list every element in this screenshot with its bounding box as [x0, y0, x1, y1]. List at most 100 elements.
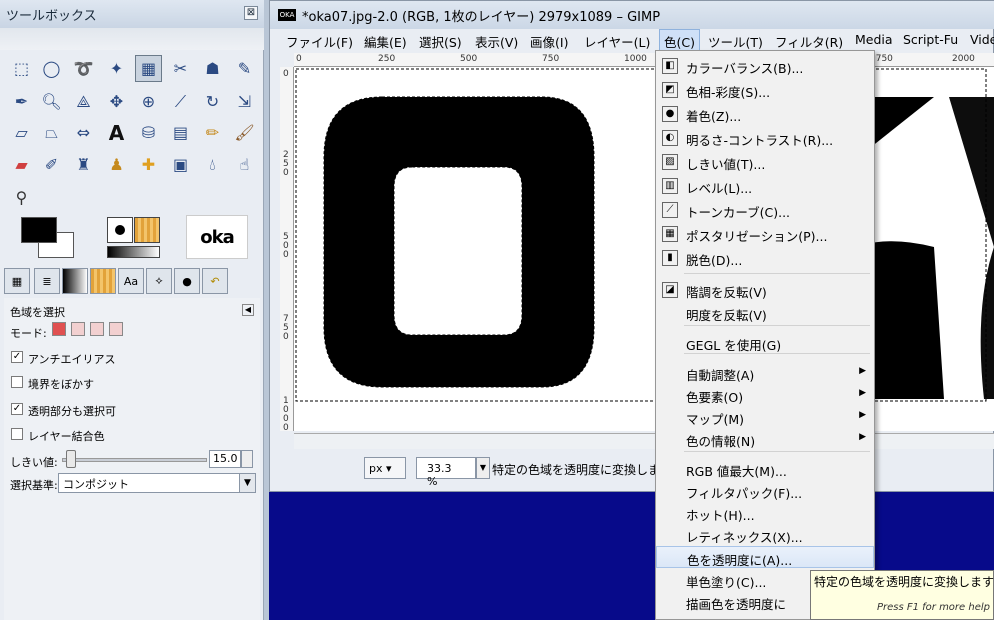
colors-menu-item[interactable]: 明度を反転(V) [656, 302, 874, 324]
clone-icon[interactable]: ♟ [103, 151, 130, 178]
colors-menu-item[interactable]: フィルタパック(F)... [656, 480, 874, 502]
scissors-select-icon[interactable]: ✂ [167, 55, 194, 82]
colors-menu-item[interactable]: ▦ ポスタリゼーション(P)... [656, 223, 874, 245]
menu-image[interactable]: 画像(I) [530, 32, 568, 51]
tab-patterns[interactable] [90, 268, 116, 294]
menu-filters[interactable]: フィルタ(R) [775, 32, 843, 51]
shear-icon[interactable]: ▱ [8, 119, 35, 146]
eraser-icon[interactable]: ▰ [8, 151, 35, 178]
move-icon[interactable]: ✥ [103, 88, 130, 115]
panel-menu-icon[interactable]: ◀ [242, 304, 254, 316]
colors-menu-item[interactable]: RGB 値最大(M)... [656, 458, 874, 480]
ink-icon[interactable]: ♜ [70, 151, 97, 178]
foreground-select-icon[interactable]: ☗ [199, 55, 226, 82]
menu-view[interactable]: 表示(V) [475, 32, 518, 51]
threshold-slider-handle[interactable] [66, 450, 76, 468]
align-icon[interactable]: ⊕ [135, 88, 162, 115]
tab-paths[interactable]: ⟡ [146, 268, 172, 294]
colors-menu-item[interactable]: ◪ 階調を反転(V) [656, 279, 874, 301]
tab-tool-options[interactable]: ▦ [4, 268, 30, 294]
ellipse-select-icon[interactable]: ◯ [38, 55, 65, 82]
antialias-checkbox[interactable]: ✓ [11, 351, 23, 363]
menu-file[interactable]: ファイル(F) [286, 32, 353, 51]
colors-menu-item[interactable]: ◧ カラーバランス(B)... [656, 55, 874, 77]
brush-indicator[interactable] [107, 217, 133, 243]
perspective-clone-icon[interactable]: ▣ [167, 151, 194, 178]
horizontal-ruler[interactable]: 0 250 500 750 1000 1750 2000 [294, 53, 994, 67]
close-icon[interactable]: ⊠ [244, 6, 258, 20]
unit-select[interactable]: px ▾ [364, 457, 406, 479]
image-canvas[interactable] [294, 67, 994, 431]
colors-menu-item[interactable]: 色の情報(N) ▶ [656, 428, 874, 450]
mode-add-icon[interactable] [71, 322, 85, 336]
flip-icon[interactable]: ⇔ [70, 119, 97, 146]
colors-menu-item[interactable]: 自動調整(A) ▶ [656, 362, 874, 384]
gradient-indicator[interactable] [107, 246, 160, 258]
colors-menu-item[interactable]: ◐ 明るさ-コントラスト(R)... [656, 127, 874, 149]
tab-brushes[interactable]: ● [174, 268, 200, 294]
color-picker-icon[interactable]: ✒ [8, 88, 35, 115]
scale-icon[interactable]: ⇲ [231, 88, 258, 115]
free-select-icon[interactable]: ➰ [70, 55, 97, 82]
measure-icon[interactable]: ⟁ [70, 88, 97, 115]
colors-menu-item[interactable]: GEGL を使用(G) [656, 332, 874, 354]
rect-select-icon[interactable]: ⬚ [8, 55, 35, 82]
colors-menu-item[interactable]: 色を透明度に(A)... [656, 546, 874, 568]
tab-fonts[interactable]: Aa [118, 268, 144, 294]
threshold-spinner[interactable] [241, 450, 253, 468]
menu-layer[interactable]: レイヤー(L) [584, 32, 650, 51]
vertical-ruler[interactable]: 0 2 5 0 5 0 0 7 5 0 1 0 0 0 [280, 67, 294, 433]
airbrush-icon[interactable]: ✐ [38, 151, 65, 178]
mode-intersect-icon[interactable] [109, 322, 123, 336]
active-image-thumbnail[interactable]: oka [186, 215, 248, 259]
colors-menu-item[interactable]: ホット(H)... [656, 502, 874, 524]
dodge-burn-icon[interactable]: ⚲ [8, 184, 35, 211]
perspective-icon[interactable]: ⏢ [38, 119, 65, 146]
by-color-select-icon[interactable]: ▦ [135, 55, 162, 82]
foreground-color-swatch[interactable] [21, 217, 57, 243]
chevron-down-icon[interactable]: ▼ [476, 457, 490, 479]
mode-replace-icon[interactable] [52, 322, 66, 336]
pencil-icon[interactable]: ✏ [199, 119, 226, 146]
text-icon[interactable]: A [103, 119, 130, 146]
tab-gradients[interactable] [62, 268, 88, 294]
colors-menu-item[interactable]: ● 着色(Z)... [656, 103, 874, 125]
menu-select[interactable]: 選択(S) [419, 32, 462, 51]
tab-undo-history[interactable]: ↶ [202, 268, 228, 294]
colors-menu-item[interactable]: ◩ 色相-彩度(S)... [656, 79, 874, 101]
threshold-slider[interactable] [62, 458, 207, 462]
image-window-titlebar[interactable]: OKA *oka07.jpg-2.0 (RGB, 1枚のレイヤー) 2979x1… [270, 1, 994, 29]
rotate-icon[interactable]: ↻ [199, 88, 226, 115]
smudge-icon[interactable]: ☝ [231, 151, 258, 178]
criterion-select[interactable]: コンポジット ▼ [58, 473, 256, 493]
horizontal-scrollbar[interactable] [294, 433, 994, 449]
pattern-indicator[interactable] [134, 217, 160, 243]
sample-merged-checkbox[interactable] [11, 428, 23, 440]
heal-icon[interactable]: ✚ [135, 151, 162, 178]
colors-menu-item[interactable]: マップ(M) ▶ [656, 406, 874, 428]
paintbrush-icon[interactable]: 🖌︎ [231, 119, 258, 146]
mode-subtract-icon[interactable] [90, 322, 104, 336]
colors-menu-item[interactable]: レティネックス(X)... [656, 524, 874, 546]
colors-menu-item[interactable]: ▮ 脱色(D)... [656, 247, 874, 269]
colors-menu-item[interactable]: ⟋ トーンカーブ(C)... [656, 199, 874, 221]
chevron-down-icon[interactable]: ▼ [239, 474, 255, 492]
bucket-fill-icon[interactable]: ⛁ [135, 119, 162, 146]
fuzzy-select-icon[interactable]: ✦ [103, 55, 130, 82]
feather-checkbox[interactable] [11, 376, 23, 388]
menu-script-fu[interactable]: Script-Fu [903, 32, 958, 47]
zoom-icon[interactable]: 🔍︎ [38, 88, 65, 115]
colors-menu-item[interactable]: 色要素(O) ▶ [656, 384, 874, 406]
crop-icon[interactable]: ⟋ [167, 88, 194, 115]
blur-icon[interactable]: 💧︎ [199, 151, 226, 178]
threshold-value-field[interactable]: 15.0 [209, 450, 241, 468]
paths-icon[interactable]: ✎ [231, 55, 258, 82]
menu-video[interactable]: Vide [970, 32, 994, 47]
zoom-select[interactable]: 33.3 % [416, 457, 476, 488]
colors-menu-item[interactable]: ▥ レベル(L)... [656, 175, 874, 197]
toolbox-titlebar[interactable]: ツールボックス ⊠ [0, 0, 264, 28]
blend-icon[interactable]: ▤ [167, 119, 194, 146]
menu-media[interactable]: Media [855, 32, 893, 47]
colors-menu-item[interactable]: ▨ しきい値(T)... [656, 151, 874, 173]
tab-device-status[interactable]: ≣ [34, 268, 60, 294]
